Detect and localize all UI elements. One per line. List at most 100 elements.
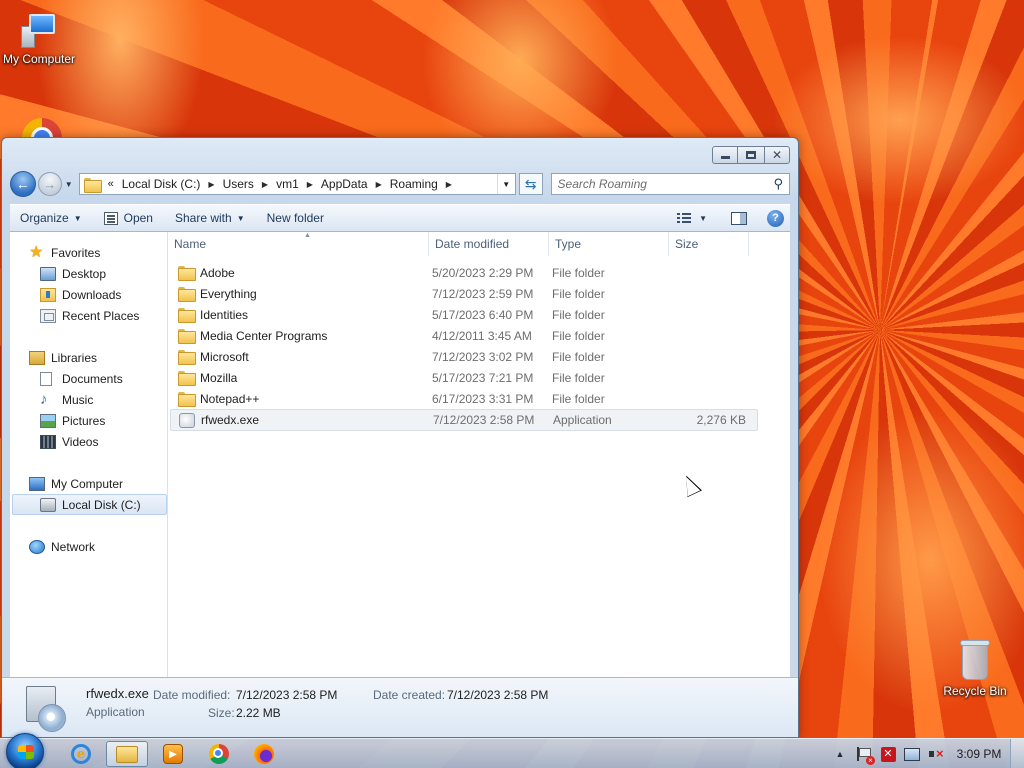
refresh-button[interactable]: ⇆ [518, 173, 543, 195]
nav-local-disk[interactable]: Local Disk (C:) [12, 494, 167, 515]
column-header-name[interactable]: Name [168, 232, 429, 256]
breadcrumb-arrow-icon[interactable]: ▶ [262, 180, 268, 189]
new-folder-button[interactable]: New folder [267, 211, 324, 225]
nav-videos[interactable]: Videos [10, 431, 167, 452]
red-x-icon: ✕ [880, 746, 896, 762]
file-type: Application [553, 413, 612, 427]
recycle-bin-icon [958, 638, 992, 682]
minimize-button[interactable] [712, 146, 738, 164]
desktop-icon-recycle-bin[interactable]: Recycle Bin [933, 638, 1017, 698]
breadcrumb-item[interactable]: Local Disk (C:) [122, 177, 201, 191]
nav-network[interactable]: Network [10, 536, 167, 557]
breadcrumb-overflow[interactable]: « [108, 178, 114, 190]
breadcrumb-arrow-icon[interactable]: ▶ [376, 180, 382, 189]
nav-label: Music [62, 392, 94, 407]
open-label: Open [123, 211, 153, 225]
chevron-down-icon[interactable]: ▼ [699, 214, 707, 223]
file-date: 4/12/2011 3:45 AM [432, 328, 532, 343]
breadcrumb-item[interactable]: AppData [321, 177, 368, 191]
show-desktop-button[interactable] [1010, 739, 1024, 768]
share-with-label: Share with [174, 211, 232, 225]
action-center-tray[interactable] [852, 739, 876, 768]
breadcrumb-arrow-icon[interactable]: ▶ [208, 180, 214, 189]
security-alert-tray[interactable]: ✕ [876, 739, 900, 768]
show-hidden-icons-button[interactable]: ▲ [828, 739, 852, 768]
taskbar-clock[interactable]: 3:09 PM [948, 747, 1010, 761]
organize-button[interactable]: Organize ▼ [20, 211, 82, 225]
folder-icon [178, 371, 196, 386]
network-tray[interactable] [900, 739, 924, 768]
file-list: ▲ Name Date modified Type Size Adobe 5/2… [168, 232, 790, 677]
navigation-bar: ← → ▼ « Local Disk (C:) ▶ Users ▶ vm1 ▶ App… [10, 171, 790, 197]
share-with-button[interactable]: Share with ▼ [175, 211, 245, 225]
preview-pane-icon[interactable] [731, 211, 747, 225]
navigation-pane: ★ Favorites Desktop Downloads Recent Plac… [10, 232, 168, 677]
address-dropdown-button[interactable]: ▼ [496, 174, 515, 194]
search-input[interactable] [557, 177, 774, 191]
nav-desktop[interactable]: Desktop [10, 263, 167, 284]
nav-my-computer[interactable]: My Computer [10, 473, 167, 494]
volume-tray[interactable] [924, 739, 948, 768]
forward-button[interactable]: → [37, 172, 62, 196]
breadcrumb-arrow-icon[interactable]: ▶ [446, 180, 452, 189]
taskbar-media-player[interactable]: ▶ [152, 741, 194, 767]
file-row[interactable]: Identities 5/17/2023 6:40 PM File folder [170, 304, 758, 325]
breadcrumb-item[interactable]: Users [223, 177, 254, 191]
file-type: File folder [552, 328, 605, 343]
chrome-icon [209, 744, 229, 764]
nav-music[interactable]: ♪ Music [10, 389, 167, 410]
desktop-icon-label: Recycle Bin [943, 684, 1007, 698]
close-button[interactable]: ✕ [764, 146, 790, 164]
file-name: Microsoft [200, 349, 249, 364]
nav-libraries[interactable]: Libraries [10, 347, 167, 368]
nav-recent-places[interactable]: Recent Places [10, 305, 167, 326]
views-icon[interactable] [677, 212, 692, 224]
taskbar-internet-explorer[interactable]: e [60, 741, 102, 767]
nav-label: Network [51, 539, 96, 554]
application-icon [179, 412, 195, 428]
disk-icon [40, 497, 56, 512]
maximize-button[interactable] [737, 146, 765, 164]
media-player-icon: ▶ [163, 744, 183, 764]
file-row[interactable]: Mozilla 5/17/2023 7:21 PM File folder [170, 367, 758, 388]
column-header-size[interactable]: Size [669, 232, 749, 256]
file-row[interactable]: Media Center Programs 4/12/2011 3:45 AM … [170, 325, 758, 346]
file-row[interactable]: Everything 7/12/2023 2:59 PM File folder [170, 283, 758, 304]
taskbar-firefox[interactable] [243, 741, 285, 767]
address-bar[interactable]: « Local Disk (C:) ▶ Users ▶ vm1 ▶ AppData ▶ … [78, 173, 516, 195]
column-header-date-modified[interactable]: Date modified [429, 232, 549, 256]
folder-icon [178, 287, 196, 302]
file-row[interactable]: Microsoft 7/12/2023 3:02 PM File folder [170, 346, 758, 367]
nav-label: Downloads [62, 287, 122, 302]
taskbar-chrome[interactable] [198, 741, 240, 767]
file-row[interactable]: Adobe 5/20/2023 2:29 PM File folder [170, 262, 758, 283]
downloads-icon [40, 287, 56, 302]
taskbar-windows-explorer[interactable] [106, 741, 148, 767]
details-size-label: Size: [208, 706, 235, 720]
details-date-created-label: Date created: [373, 688, 446, 702]
open-icon [103, 211, 118, 225]
breadcrumb-item[interactable]: vm1 [276, 177, 299, 191]
breadcrumb-item[interactable]: Roaming [390, 177, 438, 191]
file-row[interactable]: Notepad++ 6/17/2023 3:31 PM File folder [170, 388, 758, 409]
nav-documents[interactable]: Documents [10, 368, 167, 389]
file-name: Adobe [200, 265, 235, 280]
breadcrumb: « Local Disk (C:) ▶ Users ▶ vm1 ▶ AppData ▶ … [108, 177, 460, 191]
view-controls: ▼ ? [677, 209, 790, 227]
column-header-type[interactable]: Type [549, 232, 669, 256]
network-icon [904, 747, 920, 761]
back-button[interactable]: ← [10, 171, 36, 197]
help-icon[interactable]: ? [767, 209, 784, 227]
nav-favorites[interactable]: ★ Favorites [10, 242, 167, 263]
open-button[interactable]: Open [103, 211, 153, 225]
breadcrumb-arrow-icon[interactable]: ▶ [307, 180, 313, 189]
file-name: Mozilla [200, 370, 238, 385]
volume-muted-icon [928, 746, 944, 761]
start-button[interactable] [6, 733, 44, 768]
recent-pages-dropdown[interactable]: ▼ [65, 180, 77, 189]
search-icon[interactable]: ⚲ [773, 176, 783, 192]
nav-pictures[interactable]: Pictures [10, 410, 167, 431]
nav-downloads[interactable]: Downloads [10, 284, 167, 305]
file-row-selected[interactable]: rfwedx.exe 7/12/2023 2:58 PM Application… [170, 409, 758, 431]
desktop-icon-my-computer[interactable]: My Computer [0, 10, 81, 66]
